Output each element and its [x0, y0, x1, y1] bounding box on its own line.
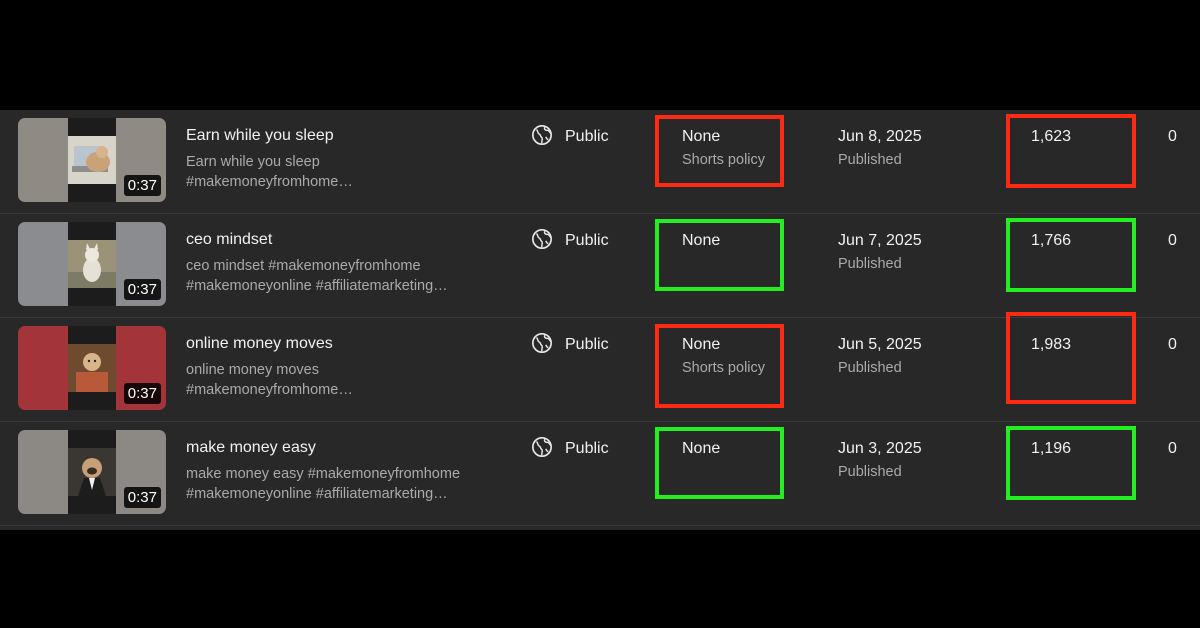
video-title[interactable]: make money easy: [186, 439, 316, 457]
video-description: Earn while you sleep #makemoneyfromhome…: [186, 152, 486, 192]
globe-icon: [532, 125, 552, 145]
description-line: #makemoneyfromhome…: [186, 382, 353, 398]
publish-date: Jun 3, 2025: [838, 440, 922, 457]
views-highlight-green: [1006, 218, 1136, 292]
thumbnail-caption-bottom: [71, 292, 113, 302]
globe-icon: [532, 437, 552, 457]
video-title[interactable]: online money moves: [186, 335, 333, 353]
visibility-status[interactable]: Public: [565, 232, 609, 250]
description-line: #makemoneyonline #affiliatemarketing…: [186, 486, 448, 502]
video-content-table: 0:37 Earn while you sleep Earn while you…: [0, 110, 1200, 530]
video-row[interactable]: 0:37 online money moves online money mov…: [0, 312, 1200, 422]
publish-status: Published: [838, 360, 902, 376]
thumbnail-frame: [68, 222, 116, 306]
thumbnail-scene-dog: [68, 240, 116, 288]
views-count: 1,983: [1031, 336, 1072, 353]
video-title[interactable]: Earn while you sleep: [186, 127, 334, 145]
thumbnail-caption-top: [71, 330, 113, 340]
thumbnail-scene-dog-suit: [68, 344, 116, 392]
video-description: make money easy #makemoneyfromhome #make…: [186, 464, 486, 504]
thumbnail-caption-bottom: [71, 188, 113, 198]
views-count: 1,623: [1031, 128, 1072, 145]
views-highlight-red: [1006, 312, 1136, 404]
video-row[interactable]: 0:37 make money easy make money easy #ma…: [0, 422, 1200, 526]
description-line: Earn while you sleep: [186, 154, 320, 170]
restriction-value: None: [682, 440, 721, 457]
video-row[interactable]: 0:37 ceo mindset ceo mindset #makemoneyf…: [0, 214, 1200, 318]
thumbnail-frame: [68, 430, 116, 514]
restriction-value: None: [682, 336, 721, 353]
comments-count: 0: [1168, 128, 1177, 145]
visibility-status[interactable]: Public: [565, 440, 609, 458]
publish-date: Jun 8, 2025: [838, 128, 922, 145]
restriction-value: None: [682, 232, 721, 249]
video-title[interactable]: ceo mindset: [186, 231, 272, 249]
video-thumbnail[interactable]: 0:37: [18, 430, 166, 514]
video-description: ceo mindset #makemoneyfromhome #makemone…: [186, 256, 486, 296]
video-row[interactable]: 0:37 Earn while you sleep Earn while you…: [0, 110, 1200, 214]
description-line: online money moves: [186, 362, 319, 378]
thumbnail-caption-top: [71, 122, 113, 132]
restriction-highlight-green: [655, 219, 784, 291]
visibility-status[interactable]: Public: [565, 336, 609, 354]
video-thumbnail[interactable]: 0:37: [18, 118, 166, 202]
restriction-highlight-red: [655, 115, 784, 187]
views-count: 1,766: [1031, 232, 1072, 249]
thumbnail-caption-bottom: [71, 396, 113, 406]
video-description: online money moves #makemoneyfromhome…: [186, 360, 486, 400]
comments-count: 0: [1168, 232, 1177, 249]
publish-status: Published: [838, 464, 902, 480]
globe-icon: [532, 229, 552, 249]
views-count: 1,196: [1031, 440, 1072, 457]
visibility-status[interactable]: Public: [565, 128, 609, 146]
comments-count: 0: [1168, 440, 1177, 457]
restriction-reason: Shorts policy: [682, 360, 766, 376]
globe-icon: [532, 333, 552, 353]
publish-status: Published: [838, 256, 902, 272]
video-thumbnail[interactable]: 0:37: [18, 326, 166, 410]
comments-count: 0: [1168, 336, 1177, 353]
views-highlight-green: [1006, 426, 1136, 500]
duration-badge: 0:37: [123, 383, 161, 404]
publish-date: Jun 7, 2025: [838, 232, 922, 249]
publish-status: Published: [838, 152, 902, 168]
thumbnail-caption-top: [71, 434, 113, 444]
restriction-reason: Shorts policy: [682, 152, 766, 168]
duration-badge: 0:37: [123, 175, 161, 196]
thumbnail-scene-laptop-cat: [68, 136, 116, 184]
description-line: #makemoneyonline #affiliatemarketing…: [186, 278, 448, 294]
description-line: #makemoneyfromhome…: [186, 174, 353, 190]
thumbnail-caption-top: [71, 226, 113, 236]
restriction-value: None: [682, 128, 721, 145]
thumbnail-frame: [68, 118, 116, 202]
thumbnail-scene-pug-suit: [68, 448, 116, 496]
video-thumbnail[interactable]: 0:37: [18, 222, 166, 306]
views-highlight-red: [1006, 114, 1136, 188]
thumbnail-frame: [68, 326, 116, 410]
description-line: make money easy #makemoneyfromhome: [186, 466, 461, 482]
restriction-highlight-green: [655, 427, 784, 499]
duration-badge: 0:37: [123, 279, 161, 300]
thumbnail-caption-bottom: [71, 500, 113, 510]
publish-date: Jun 5, 2025: [838, 336, 922, 353]
description-line: ceo mindset #makemoneyfromhome: [186, 258, 421, 274]
duration-badge: 0:37: [123, 487, 161, 508]
